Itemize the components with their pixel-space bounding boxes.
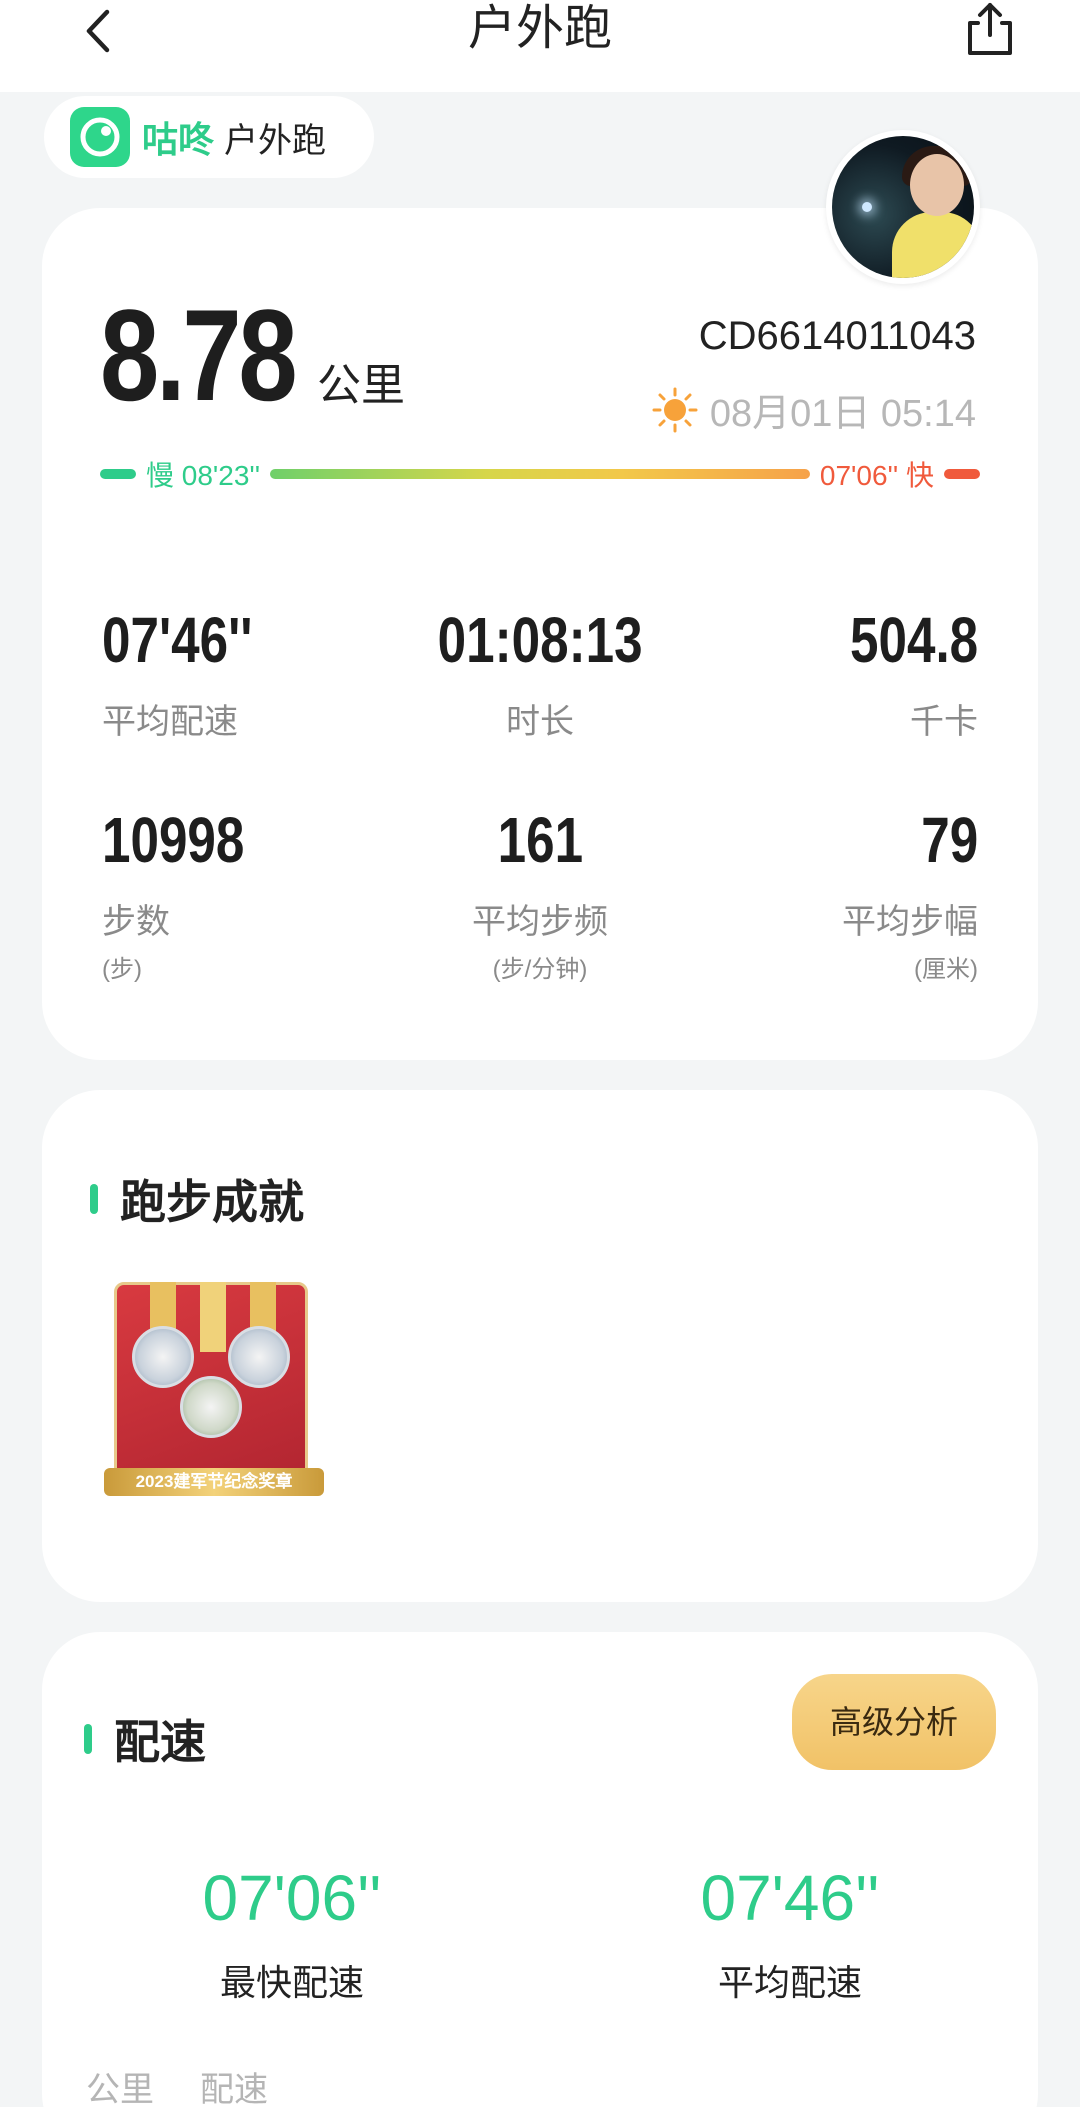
pace-range-bar: 慢 08'23'' 07'06'' 快 xyxy=(100,460,980,491)
distance-unit: 公里 xyxy=(317,361,406,410)
stat-value: 504.8 xyxy=(849,604,978,676)
stat-label: 平均配速 xyxy=(102,703,238,741)
stat-label: 平均步幅 xyxy=(842,903,978,941)
record-date-row: 08月01日 05:14 xyxy=(652,382,976,437)
stat-avg-pace: 07'46'' 平均配速 xyxy=(102,608,290,743)
fastest-pace-label: 最快配速 xyxy=(219,1962,364,2003)
sun-icon xyxy=(652,387,698,432)
fastest-pace-value: 07'06'' xyxy=(202,1862,382,1934)
medal-coin xyxy=(132,1326,194,1388)
average-pace-label: 平均配速 xyxy=(717,1962,862,2003)
page-title: 户外跑 xyxy=(467,2,612,55)
section-marker xyxy=(84,1724,92,1754)
slow-pace-label: 慢 08'23'' xyxy=(146,460,261,491)
stat-unit: (步) xyxy=(102,956,142,983)
pace-table-tabs: 公里 配速 xyxy=(86,2062,268,2107)
stat-label: 平均步频 xyxy=(472,903,608,941)
fastest-pace: 07'06'' 最快配速 xyxy=(122,1866,462,2006)
sport-type: 户外跑 xyxy=(224,121,327,160)
stat-label: 步数 xyxy=(102,903,170,941)
tab-pace[interactable]: 配速 xyxy=(200,2062,268,2107)
section-title: 跑步成就 xyxy=(120,1176,304,1228)
pace-header: 配速 xyxy=(84,1706,206,1772)
stat-unit: (厘米) xyxy=(914,956,978,983)
brand-pill: 咕咚 户外跑 xyxy=(44,96,374,178)
section-marker xyxy=(90,1184,98,1214)
fast-pace-label: 07'06'' 快 xyxy=(819,460,934,491)
average-pace-value: 07'46'' xyxy=(700,1862,880,1934)
stat-value: 07'46'' xyxy=(102,604,253,676)
stat-steps: 10998 步数 (步) xyxy=(102,808,280,984)
stat-duration: 01:08:13 时长 xyxy=(380,608,700,743)
fast-cap xyxy=(944,469,980,479)
average-pace: 07'46'' 平均配速 xyxy=(620,1866,960,2006)
codoon-logo-icon xyxy=(70,107,130,167)
stat-calories: 504.8 千卡 xyxy=(818,608,978,743)
advanced-analysis-button[interactable]: 高级分析 xyxy=(792,1674,996,1770)
stat-value: 161 xyxy=(497,804,583,876)
top-bar: 户外跑 xyxy=(0,0,1080,92)
stat-value: 01:08:13 xyxy=(437,604,643,676)
medal-coin xyxy=(228,1326,290,1388)
stat-stride: 79 平均步幅 (厘米) xyxy=(842,808,978,984)
share-button[interactable] xyxy=(962,0,1018,58)
stat-label: 千卡 xyxy=(910,703,978,741)
slow-cap xyxy=(100,469,136,479)
distance-display: 8.78 公里 xyxy=(100,290,405,420)
medal-badge[interactable]: 2023建军节纪念奖章 xyxy=(104,1278,324,1508)
stat-value: 10998 xyxy=(102,804,245,876)
stat-unit: (步/分钟) xyxy=(492,956,588,983)
pace-gradient xyxy=(270,469,810,479)
section-title: 配速 xyxy=(114,1716,206,1768)
tab-kilometer[interactable]: 公里 xyxy=(86,2062,154,2107)
share-icon xyxy=(968,3,1012,55)
distance-value: 8.78 xyxy=(100,282,298,428)
stat-value: 79 xyxy=(921,804,978,876)
record-id: CD6614011043 xyxy=(698,314,976,358)
brand-name: 咕咚 xyxy=(142,119,215,160)
record-date: 08月01日 05:14 xyxy=(709,393,976,435)
avatar-photo xyxy=(832,136,974,278)
medal-coin xyxy=(180,1376,242,1438)
stat-label: 时长 xyxy=(506,703,574,741)
achievements-header: 跑步成就 xyxy=(90,1166,304,1232)
avatar[interactable] xyxy=(826,130,980,284)
medal-caption: 2023建军节纪念奖章 xyxy=(104,1468,324,1496)
stat-cadence: 161 平均步频 (步/分钟) xyxy=(380,808,700,984)
